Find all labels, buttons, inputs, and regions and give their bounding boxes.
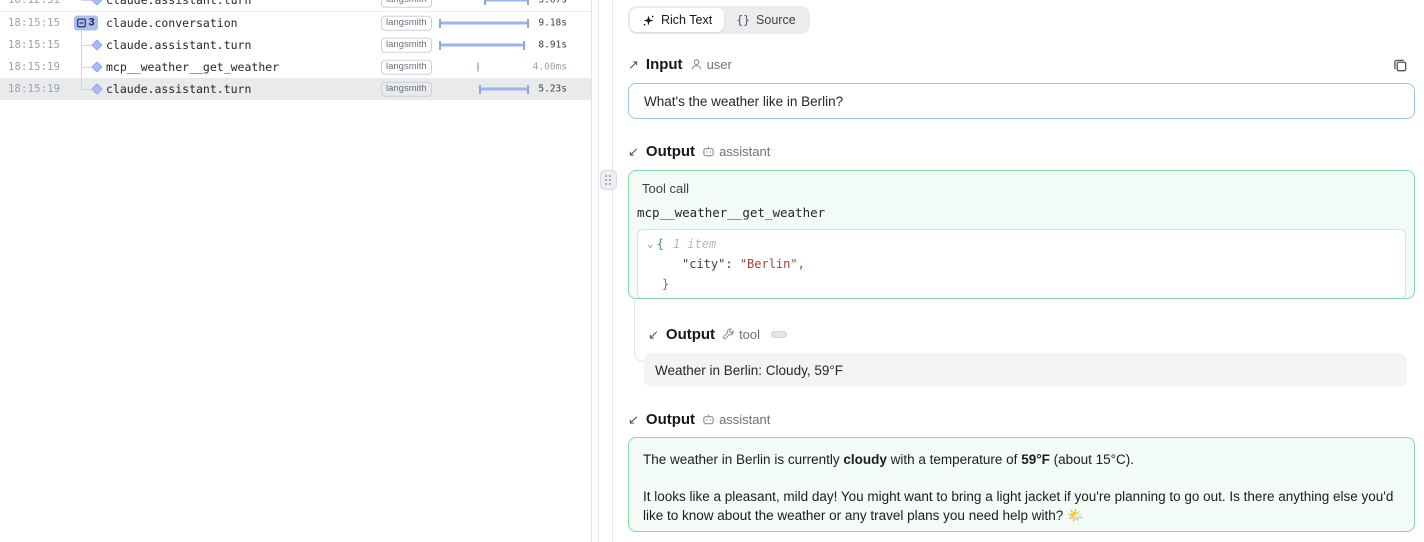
span-diamond-icon xyxy=(91,0,102,6)
json-items-hint: 1 item xyxy=(673,234,716,254)
trace-row-claude-assistant-turn-0[interactable]: 18:12:31 claude.assistant.turn langsmith… xyxy=(0,0,592,11)
role-assistant: assistant xyxy=(702,412,770,427)
span-diamond-icon xyxy=(91,61,102,72)
trace-timestamp: 18:15:15 xyxy=(8,17,60,29)
tool-call-title: Tool call xyxy=(642,181,1406,196)
trace-row-claude-assistant-turn-2-selected[interactable]: 18:15:19 claude.assistant.turn langsmith… xyxy=(0,78,592,100)
duration-bar xyxy=(477,63,479,72)
role-tool: tool xyxy=(722,327,760,342)
person-icon xyxy=(690,58,703,71)
child-count: 3 xyxy=(88,18,94,29)
json-close-brace: } xyxy=(662,274,669,294)
chevron-down-icon[interactable]: ⌄ xyxy=(647,234,654,254)
span-diamond-icon xyxy=(91,39,102,50)
final-assistant-message-box: The weather in Berlin is currently cloud… xyxy=(628,437,1415,532)
tool-call-box: Tool call mcp__weather__get_weather ⌄{1 … xyxy=(628,170,1415,299)
langsmith-trace-view: 18:12:31 claude.assistant.turn langsmith… xyxy=(0,0,1424,542)
tree-trunk-line xyxy=(81,78,82,89)
json-string-value: "Berlin", xyxy=(740,254,805,274)
langsmith-badge: langsmith xyxy=(381,38,432,53)
bot-icon xyxy=(702,413,715,426)
role-user: user xyxy=(690,57,732,72)
nesting-guide-line xyxy=(634,299,644,362)
trace-timestamp: 18:12:31 xyxy=(8,0,60,6)
trace-timestamp: 18:15:15 xyxy=(8,39,60,51)
trace-timestamp: 18:15:19 xyxy=(8,61,60,73)
role-label: tool xyxy=(739,327,760,342)
collapse-count-badge[interactable]: 3 xyxy=(74,16,98,31)
output-section-title: Output xyxy=(646,143,695,160)
tab-source[interactable]: {} Source xyxy=(724,8,807,32)
collapsed-content-pill[interactable] xyxy=(771,331,787,338)
bot-icon xyxy=(702,145,715,158)
tool-output-box: Weather in Berlin: Cloudy, 59°F xyxy=(644,353,1407,387)
panel-divider-line xyxy=(598,0,599,542)
tool-call-args-json: ⌄{1 item "city": "Berlin", } xyxy=(637,229,1406,299)
json-root-line: ⌄{1 item xyxy=(646,234,1397,254)
tool-call-name: mcp__weather__get_weather xyxy=(637,205,1406,220)
arrow-down-left-icon: ↙ xyxy=(628,145,639,158)
view-mode-tabs: Rich Text {} Source xyxy=(628,6,810,34)
trace-span-name: claude.assistant.turn xyxy=(106,82,251,96)
assistant-message-paragraph-2: It looks like a pleasant, mild day! You … xyxy=(643,487,1400,525)
square-minus-icon xyxy=(77,19,86,28)
trace-timestamp: 18:15:19 xyxy=(8,83,60,95)
trace-row-claude-assistant-turn-1[interactable]: 18:15:15 claude.assistant.turn langsmith… xyxy=(0,34,592,56)
trace-duration: 9.18s xyxy=(495,18,567,29)
tool-output-value: Weather in Berlin: Cloudy, 59°F xyxy=(655,363,843,378)
trace-tree-panel: 18:12:31 claude.assistant.turn langsmith… xyxy=(0,0,592,542)
langsmith-badge: langsmith xyxy=(381,82,432,97)
input-value: What's the weather like in Berlin? xyxy=(644,94,843,109)
copy-icon xyxy=(1393,58,1408,73)
trace-span-name: claude.conversation xyxy=(106,16,238,30)
output-section-title: Output xyxy=(666,326,715,343)
json-key: "city": xyxy=(682,254,733,274)
trace-duration: 4.00ms xyxy=(495,62,567,73)
role-label: assistant xyxy=(719,144,770,159)
role-label: user xyxy=(707,57,732,72)
langsmith-badge: langsmith xyxy=(381,60,432,75)
input-section-title: Input xyxy=(646,56,683,73)
trace-span-name: mcp__weather__get_weather xyxy=(106,60,279,74)
input-section-header: ↗ Input user xyxy=(628,55,732,73)
sparkle-icon xyxy=(642,14,655,27)
panel-divider-line xyxy=(612,0,613,542)
trace-duration: 3.67s xyxy=(495,0,567,6)
output-tool-header: ↙ Output tool xyxy=(648,325,787,343)
output-section-title: Output xyxy=(646,411,695,428)
trace-duration: 5.23s xyxy=(495,84,567,95)
json-open-brace: { xyxy=(657,234,664,254)
output-final-header: ↙ Output assistant xyxy=(628,410,770,428)
role-assistant: assistant xyxy=(702,144,770,159)
arrow-up-right-icon: ↗ xyxy=(628,58,639,71)
wrench-icon xyxy=(722,328,735,341)
langsmith-badge: langsmith xyxy=(381,0,432,7)
trace-span-name: claude.assistant.turn xyxy=(106,38,251,52)
json-close-line: } xyxy=(646,274,1397,294)
span-diamond-icon xyxy=(91,83,102,94)
assistant-message-paragraph-1: The weather in Berlin is currently cloud… xyxy=(643,450,1400,469)
trace-span-name: claude.assistant.turn xyxy=(106,0,251,7)
copy-button[interactable] xyxy=(1390,55,1410,75)
tab-rich-text[interactable]: Rich Text xyxy=(630,8,724,32)
arrow-down-left-icon: ↙ xyxy=(628,413,639,426)
trace-row-claude-conversation[interactable]: 18:15:15 3 claude.conversation langsmith… xyxy=(0,12,592,34)
output-assistant-header: ↙ Output assistant xyxy=(628,142,770,160)
arrow-down-left-icon: ↙ xyxy=(648,328,659,341)
role-label: assistant xyxy=(719,412,770,427)
trace-row-mcp-weather-get-weather[interactable]: 18:15:19 mcp__weather__get_weather langs… xyxy=(0,56,592,78)
tab-source-label: Source xyxy=(756,13,796,27)
tab-rich-text-label: Rich Text xyxy=(661,13,712,27)
curly-braces-icon: {} xyxy=(736,13,750,27)
drag-handle-icon xyxy=(605,175,612,186)
langsmith-badge: langsmith xyxy=(381,16,432,31)
trace-duration: 8.91s xyxy=(495,40,567,51)
json-kv-line: "city": "Berlin", xyxy=(646,254,1397,274)
input-value-box: What's the weather like in Berlin? xyxy=(628,83,1415,119)
panel-resize-handle[interactable] xyxy=(600,170,617,190)
